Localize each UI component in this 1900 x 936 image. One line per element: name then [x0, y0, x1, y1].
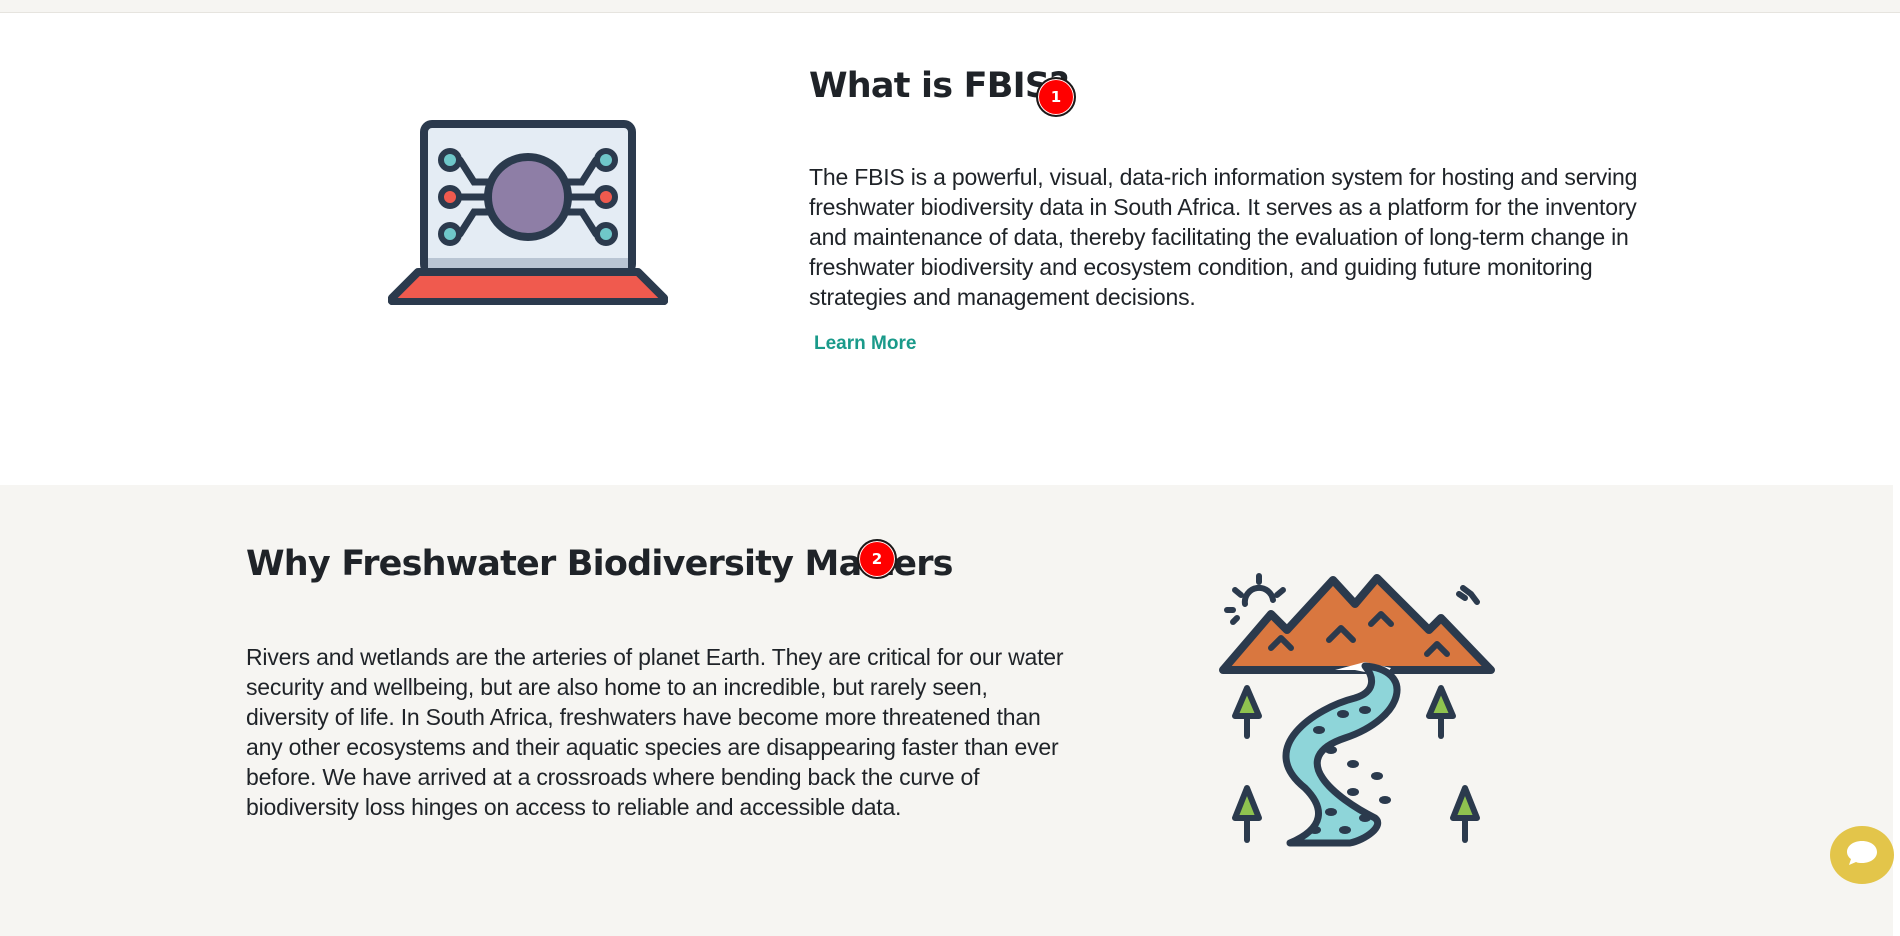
- scrollbar-gutter: [1893, 485, 1900, 936]
- about-title: What is FBIS?: [809, 66, 1070, 106]
- about-description: The FBIS is a powerful, visual, data-ric…: [809, 164, 1638, 310]
- step-badge-2: 2: [857, 539, 897, 579]
- laptop-network-icon: [387, 120, 669, 306]
- why-title: Why Freshwater Biodiversity Matters: [246, 544, 954, 584]
- top-strip: [0, 0, 1900, 13]
- why-description: Rivers and wetlands are the arteries of …: [246, 644, 1064, 820]
- chat-button[interactable]: [1830, 826, 1894, 884]
- chat-bubble-icon: [1845, 839, 1879, 872]
- step-badge-1: 1: [1036, 77, 1076, 117]
- learn-more-link[interactable]: Learn More: [814, 333, 916, 355]
- mountain-river-icon: [1215, 568, 1495, 848]
